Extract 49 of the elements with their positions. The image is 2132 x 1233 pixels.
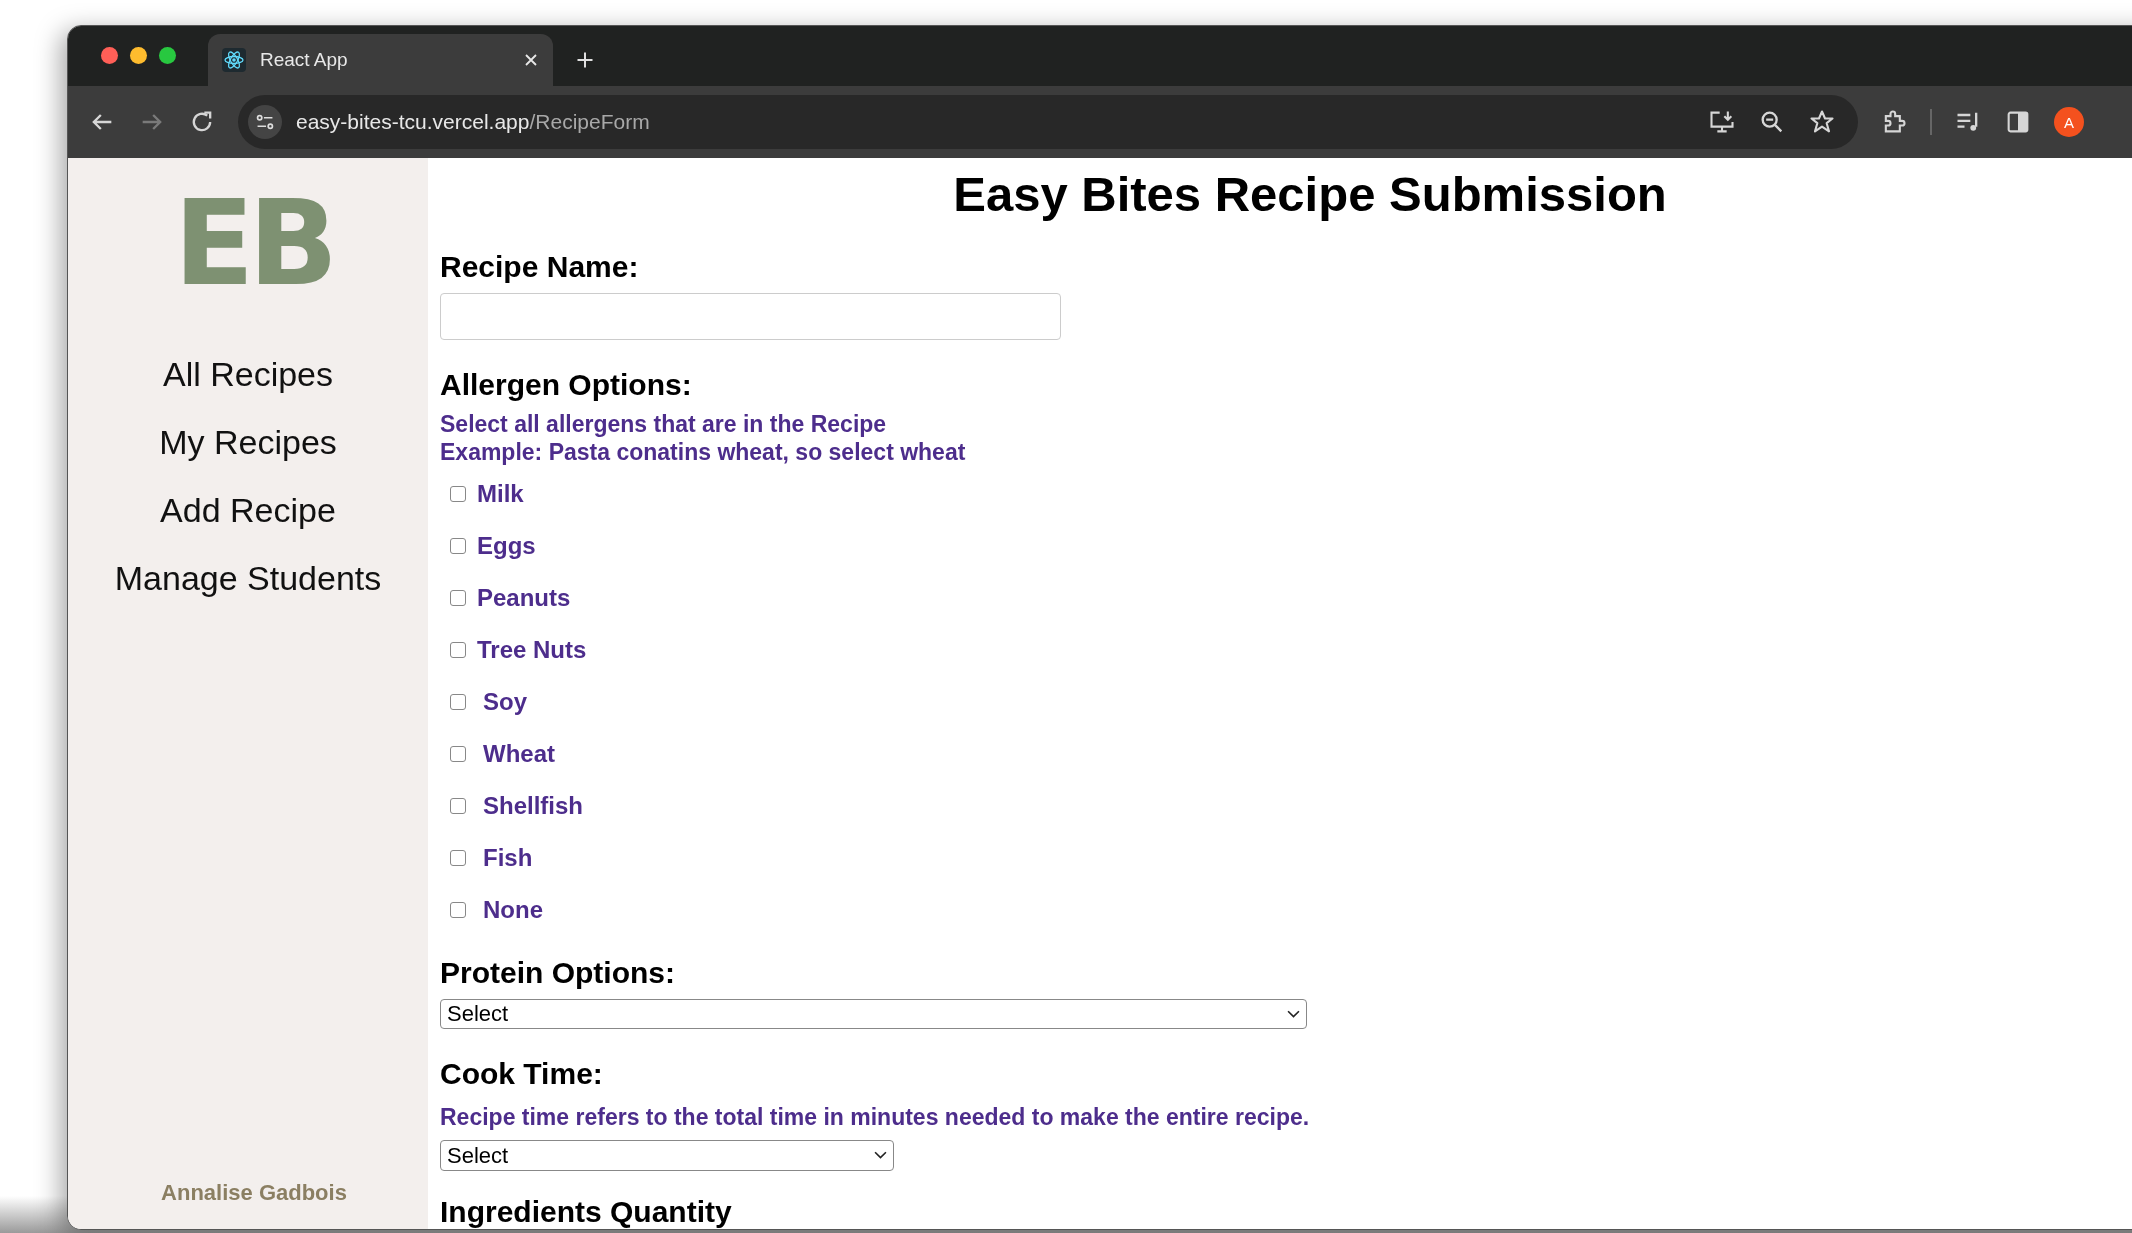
checkbox-label[interactable]: Eggs xyxy=(477,531,536,560)
address-bar[interactable]: easy-bites-tcu.vercel.app/RecipeForm xyxy=(238,95,1858,149)
new-tab-icon[interactable] xyxy=(575,50,595,70)
checkbox-label[interactable]: Fish xyxy=(483,843,533,872)
url-text: easy-bites-tcu.vercel.app/RecipeForm xyxy=(296,110,651,134)
checkbox[interactable] xyxy=(450,797,466,814)
hint-text: Example: Pasta conatins wheat, so select wheat xyxy=(440,437,966,466)
atom-icon xyxy=(222,48,246,72)
chevron-down-icon xyxy=(1287,1009,1300,1019)
checkbox[interactable] xyxy=(450,849,466,866)
checkbox-label[interactable]: Shellfish xyxy=(483,791,584,820)
checkbox[interactable] xyxy=(450,745,466,762)
site-settings-icon[interactable] xyxy=(248,105,282,139)
field-label: Cook Time: xyxy=(440,1057,603,1092)
browser-tab[interactable]: React App xyxy=(208,34,553,86)
section-label: Allergen Options: xyxy=(440,367,692,402)
checkbox-label[interactable]: Peanuts xyxy=(477,583,571,612)
checkbox-label[interactable]: None xyxy=(483,895,543,924)
page-title: Easy Bites Recipe Submission xyxy=(952,166,1668,222)
checkbox[interactable] xyxy=(450,537,466,554)
checkbox[interactable] xyxy=(450,641,466,658)
field-label: Recipe Name: xyxy=(440,250,639,284)
nav-link[interactable]: Add Recipe xyxy=(160,488,336,533)
checkbox[interactable] xyxy=(450,589,466,606)
nav-link[interactable]: My Recipes xyxy=(159,420,337,465)
cook-time-dropdown[interactable]: Select xyxy=(440,1140,894,1171)
checkbox-label[interactable]: Tree Nuts xyxy=(477,635,587,664)
checkbox[interactable] xyxy=(450,485,466,502)
checkbox-label[interactable]: Wheat xyxy=(483,739,555,768)
minimize-window-button[interactable] xyxy=(130,47,147,64)
tab-title: React App xyxy=(260,49,349,71)
checkbox[interactable] xyxy=(450,693,466,710)
close-icon[interactable] xyxy=(523,52,539,68)
protein-dropdown[interactable]: Select xyxy=(440,998,1307,1030)
hint-text: Select all allergens that are in the Recipe xyxy=(440,409,888,438)
logo: EB xyxy=(173,184,333,302)
nav-link[interactable]: All Recipes xyxy=(162,352,334,397)
nav-link[interactable]: Manage Students xyxy=(114,556,382,601)
chevron-down-icon xyxy=(874,1151,887,1161)
close-window-button[interactable] xyxy=(101,47,118,64)
checkbox[interactable] xyxy=(450,901,466,918)
field-label: Ingredients Quantity xyxy=(440,1195,732,1229)
recipe-name-field[interactable] xyxy=(440,293,1061,340)
hint-text: Recipe time refers to the total time in minutes needed to make the entire recipe. xyxy=(440,1103,1310,1132)
user-name: Annalise Gadbois xyxy=(161,1180,347,1206)
maximize-window-button[interactable] xyxy=(159,47,176,64)
field-label: Protein Options: xyxy=(440,955,675,990)
checkbox-label[interactable]: Soy xyxy=(483,687,527,716)
checkbox-label[interactable]: Milk xyxy=(477,479,524,508)
